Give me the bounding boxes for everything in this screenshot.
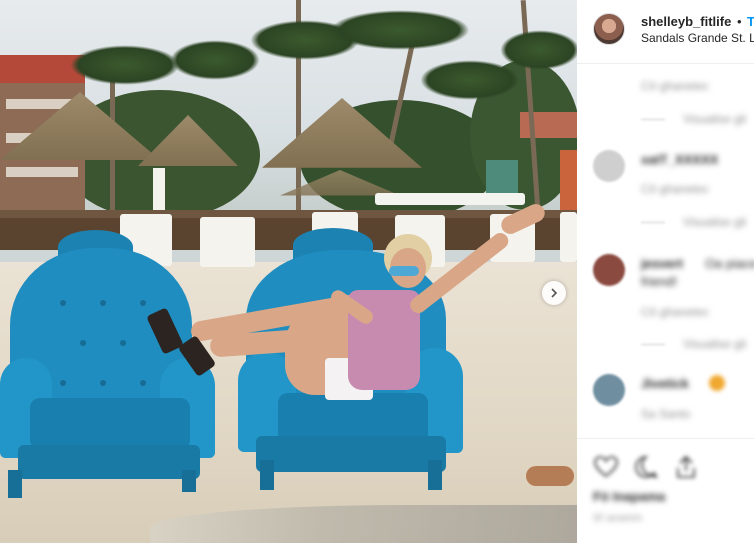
share-icon[interactable]: [673, 454, 699, 480]
post-date: Sf anamin: [593, 513, 643, 524]
emoji-icon: [709, 375, 725, 391]
comment-username[interactable]: jesvert: [641, 256, 683, 271]
actions-divider: [577, 438, 754, 439]
comment-meta[interactable]: Cô ghanetec: [641, 182, 709, 196]
heart-icon[interactable]: [593, 454, 619, 480]
sandal-on-sand: [526, 466, 574, 486]
post-photo[interactable]: [0, 0, 577, 543]
lounge-chair: [560, 212, 577, 262]
comment-text: Oa piace: [705, 256, 754, 271]
location-link[interactable]: Sandals Grande St. Lu: [641, 31, 754, 45]
replies-line: [641, 222, 665, 223]
comment-meta[interactable]: Sa Santo: [641, 407, 690, 421]
comment-icon[interactable]: [633, 454, 659, 480]
replies-line: [641, 119, 665, 120]
username-link[interactable]: shelleyb_fitlife: [641, 14, 731, 29]
avatar[interactable]: [593, 13, 625, 45]
comment-meta[interactable]: Cô ghanetec: [641, 305, 709, 319]
comment-avatar[interactable]: [593, 254, 625, 286]
woman-posing: [146, 201, 560, 410]
white-tents: [375, 193, 525, 205]
view-replies-link[interactable]: Visualise gli: [683, 112, 746, 126]
instagram-post-view: shelleyb_fitlife • T Sandals Grande St. …: [0, 0, 754, 543]
comment-avatar[interactable]: [593, 150, 625, 182]
next-arrow-icon: [551, 288, 558, 298]
post-side-panel: shelleyb_fitlife • T Sandals Grande St. …: [577, 0, 754, 543]
separator-dot: •: [737, 14, 742, 29]
replies-line: [641, 344, 665, 345]
green-cabana: [486, 160, 518, 196]
next-photo-button[interactable]: [542, 281, 566, 305]
view-replies-link[interactable]: Visualise gli: [683, 215, 746, 229]
palm-frond: [170, 40, 260, 80]
comment-text: friend!: [641, 274, 678, 289]
comment-username[interactable]: xatT_XXXXX: [641, 152, 718, 167]
view-replies-link[interactable]: Visualise gli: [683, 337, 746, 351]
follow-button[interactable]: T: [747, 14, 754, 29]
likes-count[interactable]: Fö Inapama: [593, 489, 665, 504]
post-header: shelleyb_fitlife • T Sandals Grande St. …: [577, 0, 754, 64]
palm-frond: [330, 10, 470, 50]
sunglasses: [389, 266, 419, 276]
comment-meta[interactable]: Cô ghanetec: [641, 79, 709, 93]
palm-frond: [500, 30, 577, 70]
palm-frond: [70, 45, 180, 85]
comment-avatar[interactable]: [593, 374, 625, 406]
comment-username[interactable]: Jivetick: [641, 376, 689, 391]
